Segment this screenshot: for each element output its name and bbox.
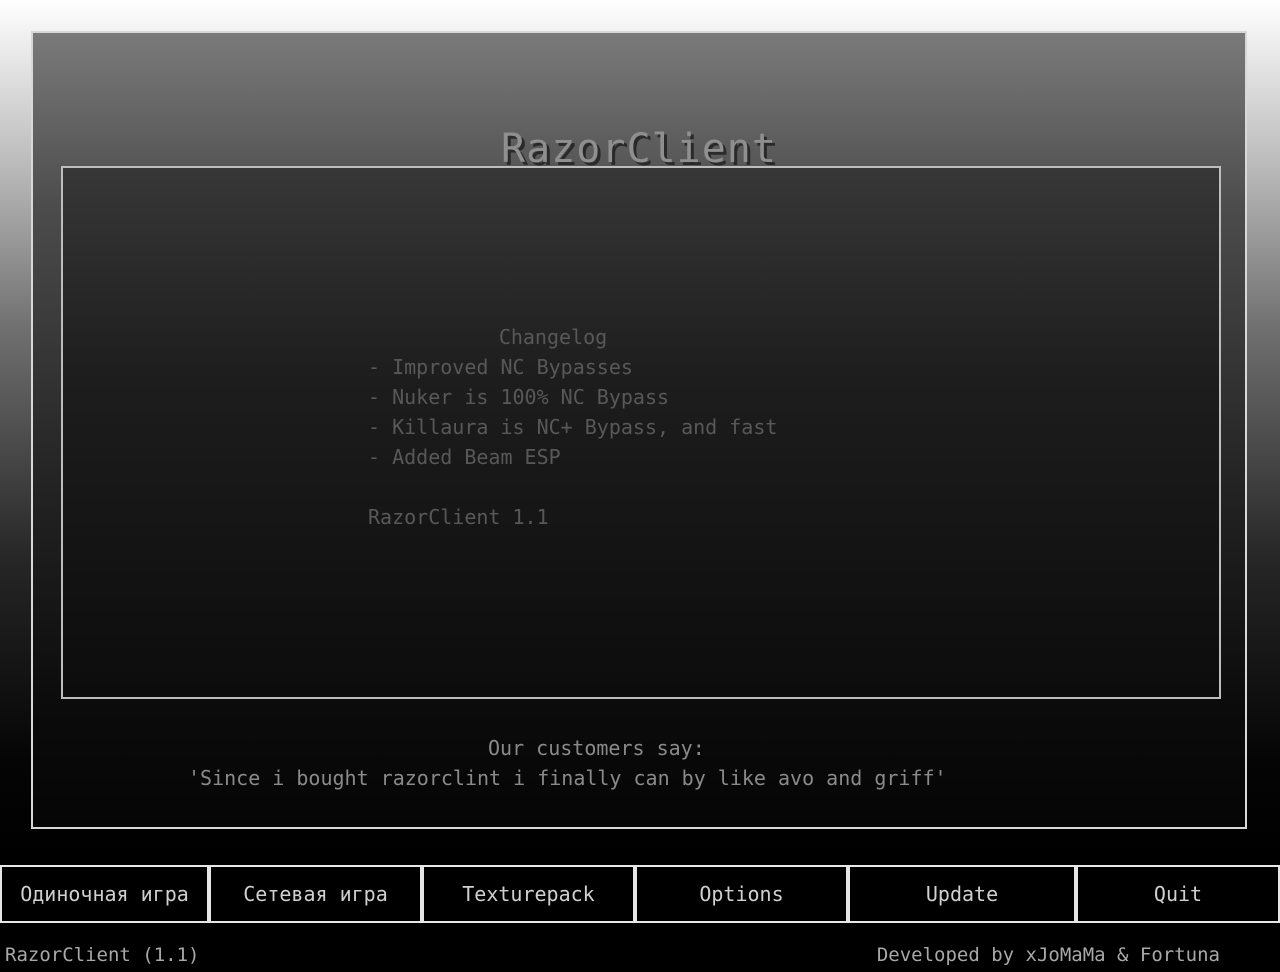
update-button[interactable]: Update [848,865,1076,923]
footer: RazorClient (1.1) Developed by xJoMaMa &… [0,940,1280,972]
changelog-line-nuker: - Nuker is 100% NC Bypass [368,385,670,409]
main-menu-bar: Одиночная игра Сетевая игра Texturepack … [0,865,1280,923]
testimonial-heading: Our customers say: [488,736,705,760]
options-button[interactable]: Options [635,865,848,923]
changelog-version: RazorClient 1.1 [368,505,549,529]
changelog-content: Changelog - Improved NC Bypasses - Nuker… [368,322,868,532]
changelog-spacer [368,472,868,502]
changelog-line-improved-nc-bypasses: - Improved NC Bypasses [368,355,633,379]
changelog-heading: Changelog [498,325,608,349]
singleplayer-button[interactable]: Одиночная игра [0,865,209,923]
changelog-box: Changelog - Improved NC Bypasses - Nuker… [61,166,1221,699]
client-version-label: RazorClient (1.1) [5,944,200,966]
multiplayer-button[interactable]: Сетевая игра [209,865,422,923]
texturepack-button[interactable]: Texturepack [422,865,635,923]
changelog-line-killaura: - Killaura is NC+ Bypass, and fast [368,415,778,439]
main-panel: RazorClient Changelog - Improved NC Bypa… [31,31,1247,829]
developer-credit: Developed by xJoMaMa & Fortuna [876,944,1220,966]
testimonial-quote: 'Since i bought razorclint i finally can… [188,766,947,790]
changelog-line-beam-esp: - Added Beam ESP [368,445,561,469]
screen: { "app": { "title": "RazorClient" }, "ch… [0,0,1280,972]
quit-button[interactable]: Quit [1076,865,1280,923]
